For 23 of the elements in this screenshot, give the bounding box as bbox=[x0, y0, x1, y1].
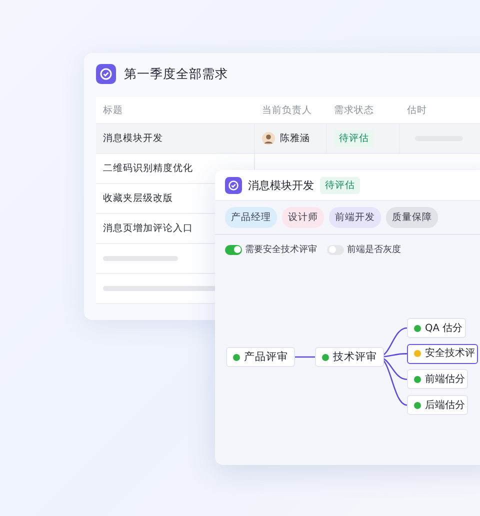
owner-name: 陈雅涵 bbox=[280, 132, 310, 145]
flow-node[interactable]: 前端估分 bbox=[407, 369, 468, 390]
card-title: 第一季度全部需求 bbox=[124, 66, 228, 82]
role-tag: 质量保障 bbox=[386, 207, 438, 228]
flow-node[interactable]: 安全技术评 bbox=[407, 344, 478, 364]
role-tag: 前端开发 bbox=[329, 207, 381, 228]
flow-node[interactable]: 后端估分 bbox=[407, 395, 468, 416]
toggle-label: 需要安全技术评审 bbox=[245, 244, 317, 256]
column-header: 当前负责人 bbox=[261, 104, 313, 116]
status-badge: 待评估 bbox=[320, 176, 360, 194]
flow-node[interactable]: 技术评审 bbox=[315, 347, 384, 367]
avatar-icon bbox=[262, 132, 275, 145]
toggle-label: 前端是否灰度 bbox=[347, 244, 401, 256]
column-header: 需求状态 bbox=[333, 104, 375, 116]
column-header: 估时 bbox=[406, 104, 428, 116]
status-badge: 待评估 bbox=[334, 130, 374, 147]
column-header: 标题 bbox=[102, 104, 124, 116]
flow-node[interactable]: 产品评审 bbox=[226, 347, 295, 367]
role-tag: 产品经理 bbox=[225, 207, 277, 228]
role-tag: 设计师 bbox=[282, 207, 324, 228]
toggle-switch[interactable] bbox=[225, 244, 242, 254]
toggle-switch[interactable] bbox=[327, 244, 344, 254]
flow-node[interactable]: QA 估分 bbox=[407, 318, 466, 338]
